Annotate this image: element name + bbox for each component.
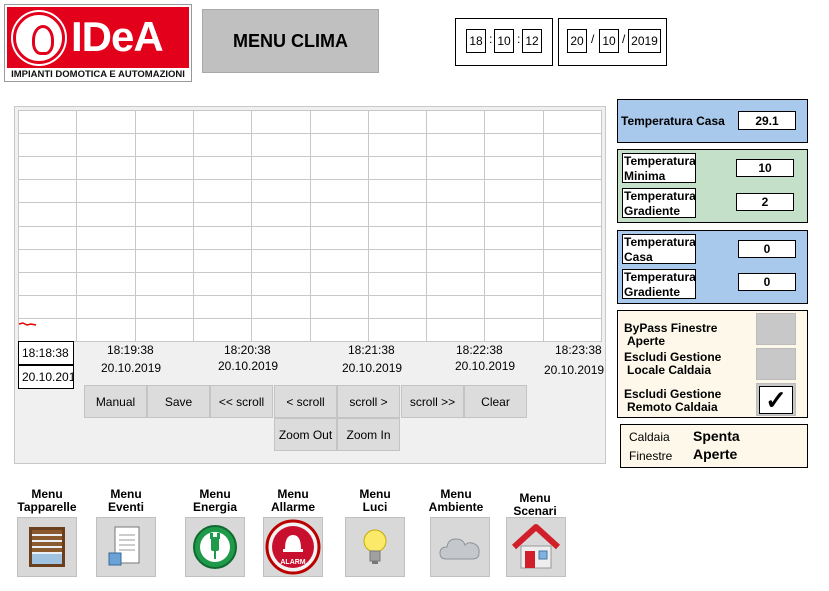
company-logo: IDeA IMPIANTI DOMOTICA E AUTOMAZIONI [4,4,192,82]
date-year: 2019 [628,29,661,53]
x-tick-time: 18:23:38 [555,343,602,357]
local-boiler-label: Escludi Gestione Locale Caldaia [624,350,722,377]
min-temperature-input[interactable]: 10 [736,159,794,177]
menu-tapparelle-button[interactable] [17,517,77,577]
shutter-icon [29,527,65,567]
menu-scenari-button[interactable] [506,517,566,577]
menu-allarme-button[interactable]: ALARM [263,517,323,577]
casa-reading-label: Temperatura Casa [622,234,696,264]
menu-ambiente-button[interactable] [430,517,490,577]
clock-display: 18 : 10 : 12 [455,18,553,66]
bulb-logo-icon [13,12,65,64]
clock-hours: 18 [466,29,486,53]
alarm-badge-text: ALARM [280,559,305,566]
clock-minutes: 10 [494,29,514,53]
cloud-icon [439,538,480,560]
house-temperature-panel: Temperatura Casa 29.1 [617,99,808,143]
date-sep: / [622,32,626,46]
scroll-right-button[interactable]: scroll > [337,385,400,418]
x-tick-time: 18:19:38 [107,343,154,357]
logo-tagline: IMPIANTI DOMOTICA E AUTOMAZIONI [11,69,185,80]
menu-ambiente-label: Menu Ambiente [428,487,484,514]
clock-sep: : [489,32,493,46]
logo-brand: IDeA [71,13,164,60]
cursor-time: 18:18:38 [18,341,74,365]
cursor-date: 20.10.2019 [18,365,74,389]
gradient-setting-label: Temperatura Gradiente [622,188,696,218]
menu-luci-label: Menu Luci [359,487,391,514]
menu-eventi-label: Menu Eventi [107,487,144,514]
save-button[interactable]: Save [147,385,210,418]
bulb-icon [363,529,387,564]
alarm-icon: ALARM [265,519,321,575]
menu-scenari-label: Menu Scenari [513,491,557,518]
menu-tapparelle-label: Menu Tapparelle [17,487,77,514]
gradient-setting-input[interactable]: 2 [736,193,794,211]
trend-chart[interactable] [18,110,602,342]
menu-energia-label: Menu Energia [192,487,237,514]
status-panel: Caldaia Spenta Finestre Aperte [620,424,808,468]
scroll-far-right-button[interactable]: scroll >> [401,385,464,418]
trend-chart-panel: 18:18:38 20.10.2019 18:19:38 20.10.2019 … [14,106,606,464]
zoom-in-button[interactable]: Zoom In [337,418,400,451]
windows-status-value: Aperte [693,446,738,462]
clock-sep: : [517,32,521,46]
options-panel: ByPass Finestre Aperte Escludi Gestione Lo… [617,310,808,418]
manual-button[interactable]: Manual [84,385,147,418]
clear-button[interactable]: Clear [464,385,527,418]
boiler-status-value: Spenta [693,428,740,444]
gradient-reading-label: Temperatura Gradiente [622,269,696,299]
windows-status-label: Finestre [629,449,673,463]
house-temperature-value: 29.1 [738,111,796,130]
temperature-readings-panel: Temperatura Casa 0 Temperatura Gradiente 0 [617,230,808,304]
logo-banner: IDeA [7,7,189,68]
x-tick-date: 20.10.2019 [342,361,403,375]
menu-eventi-button[interactable] [96,517,156,577]
x-tick-time: 18:20:38 [224,343,271,357]
boiler-status-label: Caldaia [629,430,670,444]
x-tick-time: 18:21:38 [348,343,395,357]
x-tick-date: 20.10.2019 [218,359,279,373]
scroll-far-left-button[interactable]: << scroll [210,385,273,418]
plug-icon [193,525,237,569]
x-tick-date: 20.10.2019 [455,359,516,373]
house-temperature-label: Temperatura Casa [621,114,725,128]
check-icon: ✓ [759,385,793,414]
gradient-reading-value: 0 [738,273,796,291]
remote-boiler-label: Escludi Gestione Remoto Caldaia [624,387,722,414]
document-icon [108,526,140,566]
remote-boiler-toggle[interactable]: ✓ [756,383,796,416]
x-tick-time: 18:22:38 [456,343,503,357]
date-month: 10 [599,29,619,53]
date-day: 20 [567,29,587,53]
date-display: 20 / 10 / 2019 [558,18,667,66]
casa-reading-value: 0 [738,240,796,258]
bypass-label: ByPass Finestre Aperte [624,321,718,348]
date-sep: / [591,32,595,46]
clock-seconds: 12 [522,29,542,53]
menu-luci-button[interactable] [345,517,405,577]
x-tick-date: 20.10.2019 [544,363,605,377]
scroll-left-button[interactable]: < scroll [274,385,337,418]
zoom-out-button[interactable]: Zoom Out [274,418,337,451]
min-temperature-label: Temperatura Minima [622,153,696,183]
menu-energia-button[interactable] [185,517,245,577]
page-title: MENU CLIMA [202,9,379,73]
menu-allarme-label: Menu Allarme [270,487,316,514]
local-boiler-toggle[interactable] [756,348,796,380]
house-icon [511,524,561,569]
bypass-toggle[interactable] [756,313,796,345]
temperature-settings-panel: Temperatura Minima 10 Temperatura Gradient… [617,149,808,223]
x-tick-date: 20.10.2019 [101,361,162,375]
